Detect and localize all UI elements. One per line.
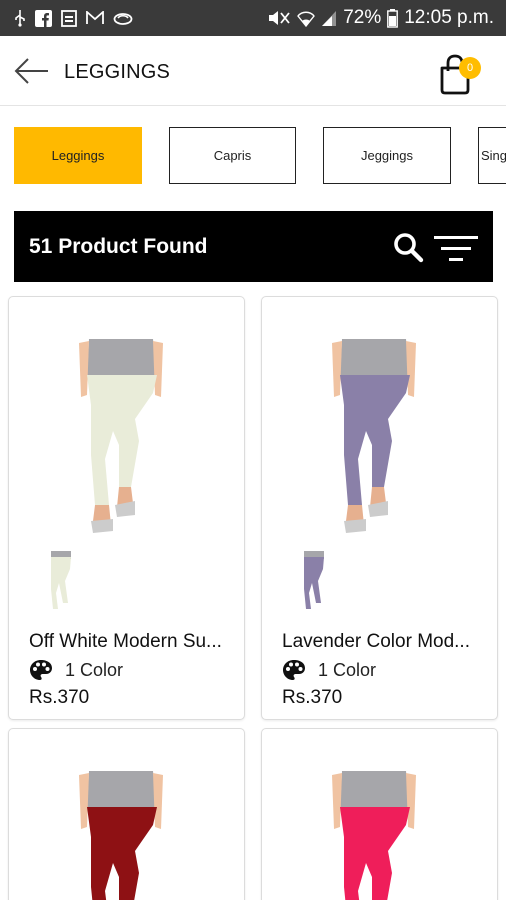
document-icon [61, 9, 77, 27]
notification-icons [0, 9, 133, 27]
color-swatch-image [51, 551, 71, 609]
search-icon [394, 233, 424, 263]
product-count: 51 Product Found [29, 235, 208, 258]
wifi-icon [297, 10, 316, 27]
product-card[interactable] [8, 728, 245, 900]
color-swatch-image [304, 551, 324, 609]
product-image [332, 339, 416, 533]
mute-icon [267, 9, 291, 27]
product-colors: 1 Color [282, 659, 376, 681]
color-count: 1 Color [318, 659, 377, 680]
page-title: LEGGINGS [64, 61, 171, 83]
battery-percent: 72% [343, 7, 382, 28]
product-name: Lavender Color Mod... [282, 631, 470, 652]
palette-icon [30, 660, 52, 680]
battery-icon [387, 8, 399, 28]
signal-icon [321, 10, 337, 27]
filter-button[interactable] [433, 231, 479, 265]
back-button[interactable] [12, 56, 52, 86]
product-price: Rs.370 [29, 687, 90, 708]
category-tab-capris[interactable]: Capris [169, 127, 296, 184]
cart-count-badge: 0 [459, 57, 481, 79]
app-bar: LEGGINGS [0, 36, 506, 106]
product-image [79, 339, 163, 533]
cloud-icon [113, 11, 133, 25]
facebook-icon [35, 9, 52, 27]
category-tab-jeggings[interactable]: Jeggings [323, 127, 451, 184]
system-status: 72% 12:05 p.m. [267, 7, 506, 29]
search-button[interactable] [392, 231, 426, 265]
results-bar: 51 Product Found [14, 211, 493, 282]
product-card[interactable]: Lavender Color Mod... 1 Color Rs.370 [261, 296, 498, 720]
category-tab-leggings[interactable]: Leggings [14, 127, 142, 184]
product-price: Rs.370 [282, 687, 343, 708]
product-colors: 1 Color [29, 659, 123, 681]
product-name: Off White Modern Su... [29, 631, 222, 652]
palette-icon [283, 660, 305, 680]
category-tabs: Leggings Capris Jeggings Single [0, 127, 506, 185]
category-tab-single[interactable]: Single [478, 127, 506, 184]
gmail-icon [86, 11, 104, 25]
product-image [79, 771, 163, 900]
usb-icon [14, 9, 26, 27]
product-image [332, 771, 416, 900]
color-count: 1 Color [65, 659, 124, 680]
arrow-left-icon [14, 58, 48, 84]
product-card[interactable]: Off White Modern Su... 1 Color Rs.370 [8, 296, 245, 720]
product-card[interactable] [261, 728, 498, 900]
clock: 12:05 p.m. [404, 7, 494, 28]
status-bar: 72% 12:05 p.m. [0, 0, 506, 36]
filter-icon [434, 236, 478, 261]
